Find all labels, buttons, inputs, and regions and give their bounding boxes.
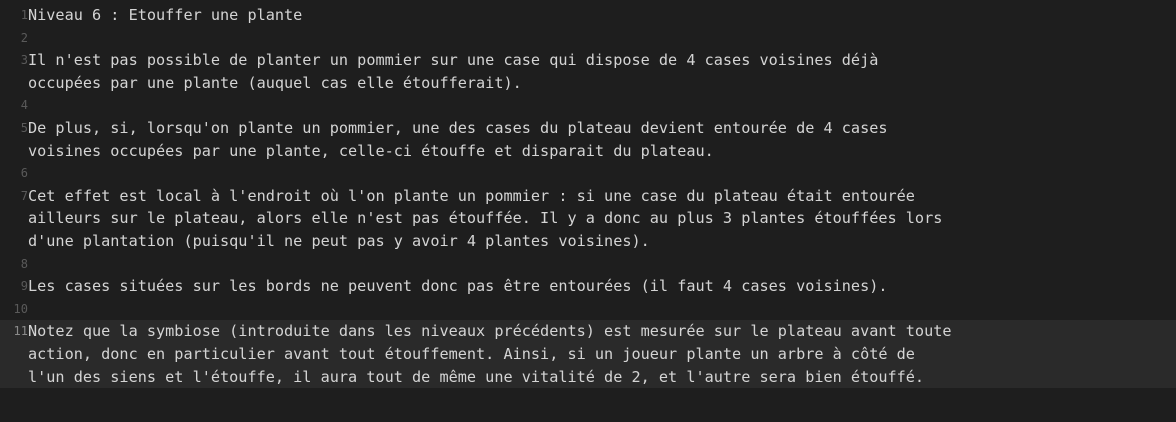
line-number: 5	[20, 120, 28, 135]
line-number: 4	[20, 98, 28, 113]
editor-line-1[interactable]: 1 Niveau 6 : Etouffer une plante	[0, 4, 1176, 27]
line-number: 8	[20, 256, 28, 271]
editor-line-4[interactable]: 4	[0, 94, 1176, 117]
line-number: 11	[13, 324, 28, 339]
editor-line-2[interactable]: 2	[0, 27, 1176, 50]
line-text[interactable]: Cet effet est local à l'endroit où l'on …	[28, 185, 1176, 253]
editor-line-7[interactable]: 7 Cet effet est local à l'endroit où l'o…	[0, 185, 1176, 253]
line-text[interactable]	[28, 162, 1176, 185]
line-number: 1	[20, 8, 28, 22]
line-text[interactable]	[28, 27, 1176, 50]
editor-line-6[interactable]: 6	[0, 162, 1176, 185]
text-editor[interactable]: 1 Niveau 6 : Etouffer une plante 2 3 Il …	[0, 0, 1176, 422]
line-text[interactable]: Les cases situées sur les bords ne peuve…	[28, 275, 1176, 298]
line-number: 7	[20, 188, 28, 203]
line-number: 6	[20, 166, 28, 181]
line-number: 10	[13, 301, 28, 316]
line-text[interactable]: Notez que la symbiose (introduite dans l…	[28, 320, 1176, 388]
line-number: 9	[20, 279, 28, 294]
line-text[interactable]	[28, 94, 1176, 117]
editor-line-5[interactable]: 5 De plus, si, lorsqu'on plante un pommi…	[0, 117, 1176, 162]
line-text[interactable]	[28, 253, 1176, 276]
editor-line-8[interactable]: 8	[0, 253, 1176, 276]
line-text[interactable]: Niveau 6 : Etouffer une plante	[28, 4, 1176, 27]
editor-line-10[interactable]: 10	[0, 298, 1176, 321]
line-text[interactable]	[28, 298, 1176, 321]
line-text[interactable]: De plus, si, lorsqu'on plante un pommier…	[28, 117, 1176, 162]
line-number: 3	[20, 53, 28, 68]
line-number: 2	[20, 30, 28, 45]
line-text[interactable]: Il n'est pas possible de planter un pomm…	[28, 49, 1176, 94]
editor-line-3[interactable]: 3 Il n'est pas possible de planter un po…	[0, 49, 1176, 94]
editor-line-11-current[interactable]: 11 Notez que la symbiose (introduite dan…	[0, 320, 1176, 389]
editor-line-9[interactable]: 9 Les cases situées sur les bords ne peu…	[0, 275, 1176, 298]
